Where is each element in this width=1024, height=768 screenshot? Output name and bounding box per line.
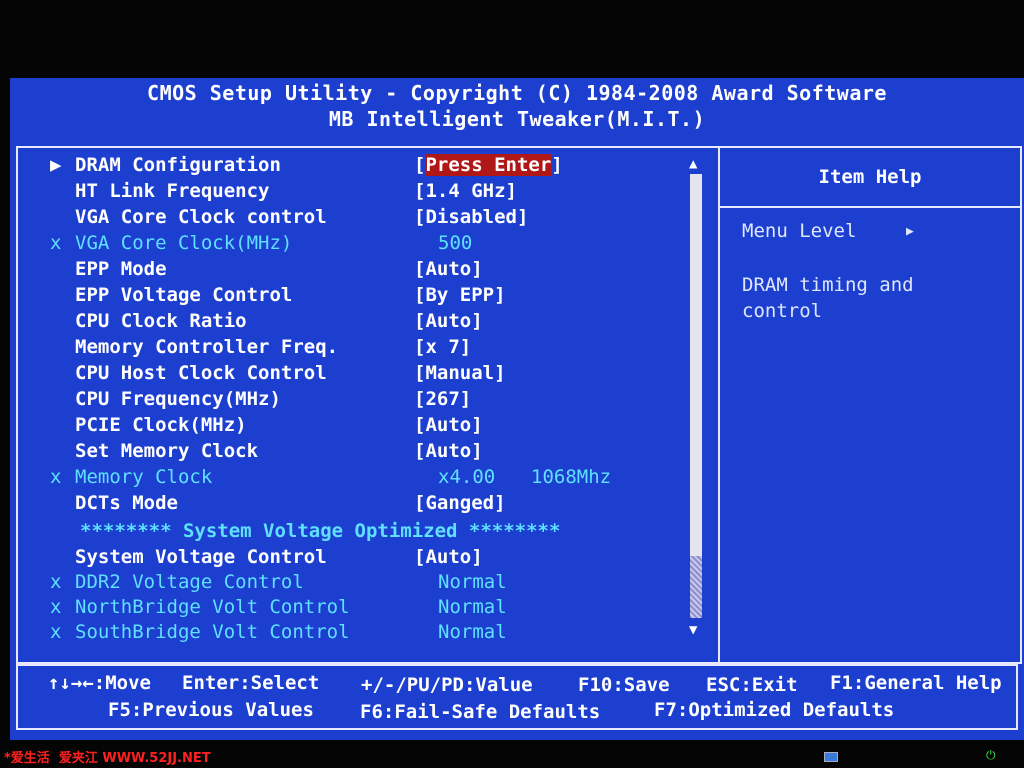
power-icon: ⏻	[986, 748, 996, 762]
setting-value-secondary: 1068Mhz	[531, 466, 612, 488]
setting-value[interactable]: [267]	[414, 388, 471, 410]
item-help-title: Item Help	[818, 166, 922, 188]
value-bracket-open: [	[414, 154, 426, 176]
setting-value: 500	[438, 232, 473, 254]
setting-label: System Voltage Control	[75, 546, 327, 568]
row-marker: x	[50, 466, 62, 488]
setting-value[interactable]: [Manual]	[414, 362, 506, 384]
bios-screen: CMOS Setup Utility - Copyright (C) 1984-…	[10, 78, 1024, 740]
scroll-down-icon[interactable]: ▼	[689, 622, 697, 638]
setting-label: CPU Frequency(MHz)	[75, 388, 281, 410]
setting-value[interactable]: [Auto]	[414, 310, 483, 332]
watermark: *爱生活 爱夹江 WWW.52JJ.NET	[4, 751, 211, 766]
selected-value-highlight[interactable]: Press Enter	[425, 154, 552, 176]
row-marker: x	[50, 232, 62, 254]
submenu-arrow-icon: ▶	[50, 154, 62, 176]
setting-row: x DDR2 Voltage Control Normal	[18, 571, 708, 597]
setting-row: x SouthBridge Volt Control Normal	[18, 621, 708, 647]
monitor-hdd-icon	[824, 752, 838, 762]
setting-label: Memory Controller Freq.	[75, 336, 339, 358]
setting-label: DCTs Mode	[75, 492, 178, 514]
key-move: ↑↓→←:Move	[48, 672, 151, 694]
menu-level-arrow-icon: ▶	[906, 224, 914, 239]
setting-label: DDR2 Voltage Control	[75, 571, 304, 593]
setting-row: x NorthBridge Volt Control Normal	[18, 596, 708, 622]
scrollbar[interactable]	[690, 174, 702, 618]
setting-row[interactable]: CPU Clock Ratio [Auto]	[18, 310, 708, 336]
key-f10: F10:Save	[578, 674, 670, 696]
key-f5: F5:Previous Values	[108, 699, 314, 721]
setting-row[interactable]: HT Link Frequency [1.4 GHz]	[18, 180, 708, 206]
item-help-text: DRAM timing and control	[742, 274, 914, 322]
setting-value: Normal	[438, 621, 507, 643]
scrollbar-track-lower[interactable]	[690, 556, 702, 618]
key-f6: F6:Fail-Safe Defaults	[360, 701, 601, 723]
setting-row: x Memory Clock x4.00 1068Mhz	[18, 466, 708, 492]
row-marker: x	[50, 596, 62, 618]
setting-value[interactable]: [Disabled]	[414, 206, 528, 228]
key-enter: Enter:Select	[182, 672, 320, 694]
setting-value[interactable]: [1.4 GHz]	[414, 180, 517, 202]
setting-row[interactable]: EPP Mode [Auto]	[18, 258, 708, 284]
row-marker: x	[50, 621, 62, 643]
setting-label: EPP Mode	[75, 258, 167, 280]
setting-value[interactable]: [Ganged]	[414, 492, 506, 514]
setting-label: CPU Host Clock Control	[75, 362, 327, 384]
setting-row[interactable]: System Voltage Control [Auto]	[18, 546, 708, 572]
bios-subtitle: MB Intelligent Tweaker(M.I.T.)	[328, 107, 706, 131]
setting-row: x VGA Core Clock(MHz) 500	[18, 232, 708, 258]
setting-label: Set Memory Clock	[75, 440, 259, 462]
settings-panel: ▶ DRAM Configuration [Press Enter] HT Link …	[16, 146, 1022, 664]
key-value: +/-/PU/PD:Value	[361, 674, 533, 696]
setting-label: ******** System Voltage Optimized ******…	[80, 520, 561, 542]
setting-value[interactable]: [Auto]	[414, 414, 483, 436]
setting-label: VGA Core Clock(MHz)	[75, 232, 293, 254]
setting-label: VGA Core Clock control	[75, 206, 327, 228]
scroll-up-icon[interactable]: ▲	[689, 156, 697, 172]
setting-label: EPP Voltage Control	[75, 284, 293, 306]
setting-label: SouthBridge Volt Control	[75, 621, 350, 643]
setting-row[interactable]: EPP Voltage Control [By EPP]	[18, 284, 708, 310]
setting-row[interactable]: Set Memory Clock [Auto]	[18, 440, 708, 466]
setting-value[interactable]: [Auto]	[414, 440, 483, 462]
setting-label: Memory Clock	[75, 466, 213, 488]
key-f7: F7:Optimized Defaults	[654, 699, 895, 721]
row-marker: x	[50, 571, 62, 593]
setting-value[interactable]: [Auto]	[414, 258, 483, 280]
section-header: ******** System Voltage Optimized ******…	[18, 520, 708, 546]
panel-divider	[718, 148, 720, 662]
setting-value[interactable]: [Auto]	[414, 546, 483, 568]
setting-label: HT Link Frequency	[75, 180, 270, 202]
setting-value[interactable]: [x 7]	[414, 336, 471, 358]
setting-value: Normal	[438, 571, 507, 593]
setting-label: DRAM Configuration	[75, 154, 281, 176]
key-legend: ↑↓→←:Move Enter:Select +/-/PU/PD:Value F…	[16, 664, 1018, 730]
setting-value[interactable]: [By EPP]	[414, 284, 506, 306]
key-f1: F1:General Help	[830, 672, 1002, 694]
help-separator	[720, 206, 1020, 208]
setting-label: PCIE Clock(MHz)	[75, 414, 247, 436]
setting-row[interactable]: CPU Host Clock Control [Manual]	[18, 362, 708, 388]
setting-row[interactable]: Memory Controller Freq. [x 7]	[18, 336, 708, 362]
value-bracket-close: ]	[551, 154, 563, 176]
bios-title: CMOS Setup Utility - Copyright (C) 1984-…	[147, 81, 887, 105]
key-esc: ESC:Exit	[706, 674, 798, 696]
setting-value[interactable]: [Press Enter]	[414, 154, 563, 176]
setting-row[interactable]: DCTs Mode [Ganged]	[18, 492, 708, 518]
setting-label: CPU Clock Ratio	[75, 310, 247, 332]
setting-label: NorthBridge Volt Control	[75, 596, 350, 618]
setting-value: x4.00	[438, 466, 496, 488]
setting-row[interactable]: PCIE Clock(MHz) [Auto]	[18, 414, 708, 440]
setting-row[interactable]: VGA Core Clock control [Disabled]	[18, 206, 708, 232]
setting-row[interactable]: CPU Frequency(MHz) [267]	[18, 388, 708, 414]
setting-value: Normal	[438, 596, 507, 618]
setting-row[interactable]: ▶ DRAM Configuration [Press Enter]	[18, 154, 708, 180]
menu-level-label: Menu Level	[742, 220, 857, 242]
